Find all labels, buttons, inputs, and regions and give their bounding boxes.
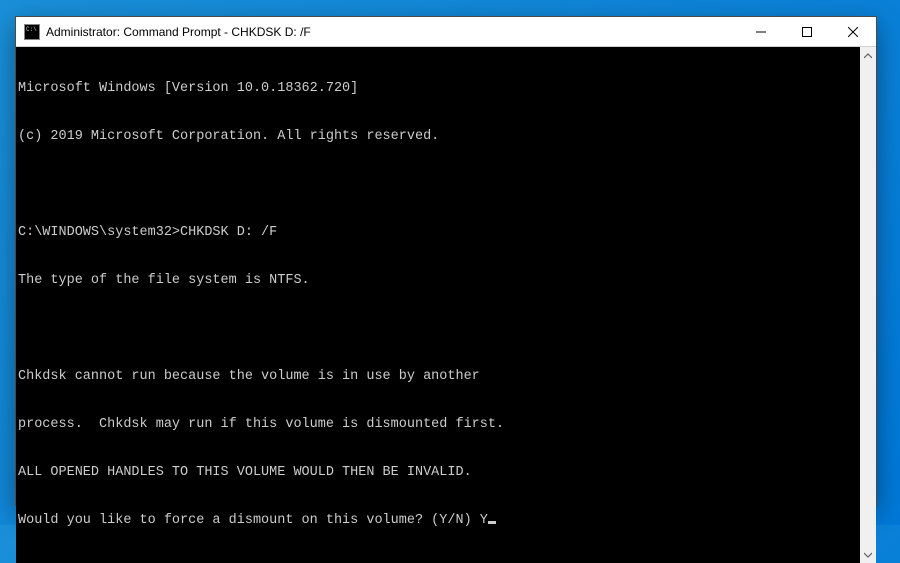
terminal-prompt-line: Would you like to force a dismount on th… (18, 513, 860, 529)
scrollbar-thumb[interactable] (860, 64, 876, 546)
vertical-scrollbar[interactable] (860, 47, 876, 563)
titlebar[interactable]: Administrator: Command Prompt - CHKDSK D… (16, 17, 876, 47)
cursor (488, 521, 496, 524)
window-controls (738, 17, 876, 46)
terminal-line-text: Would you like to force a dismount on th… (18, 513, 488, 528)
terminal-line: process. Chkdsk may run if this volume i… (18, 417, 860, 433)
terminal-line: Chkdsk cannot run because the volume is … (18, 369, 860, 385)
terminal-line (18, 321, 860, 337)
minimize-button[interactable] (738, 17, 784, 46)
terminal-line: C:\WINDOWS\system32>CHKDSK D: /F (18, 225, 860, 241)
client-area: Microsoft Windows [Version 10.0.18362.72… (16, 47, 876, 563)
chevron-down-icon (864, 551, 872, 559)
terminal-output[interactable]: Microsoft Windows [Version 10.0.18362.72… (16, 47, 860, 563)
maximize-button[interactable] (784, 17, 830, 46)
terminal-line: ALL OPENED HANDLES TO THIS VOLUME WOULD … (18, 465, 860, 481)
close-icon (848, 27, 858, 37)
terminal-line: (c) 2019 Microsoft Corporation. All righ… (18, 129, 860, 145)
terminal-line (18, 177, 860, 193)
chevron-up-icon (864, 52, 872, 60)
command-prompt-window: Administrator: Command Prompt - CHKDSK D… (15, 16, 877, 506)
cmd-icon (24, 24, 40, 40)
terminal-line: Microsoft Windows [Version 10.0.18362.72… (18, 81, 860, 97)
close-button[interactable] (830, 17, 876, 46)
scroll-down-button[interactable] (860, 546, 876, 563)
maximize-icon (802, 27, 812, 37)
window-title: Administrator: Command Prompt - CHKDSK D… (46, 25, 738, 39)
minimize-icon (756, 27, 766, 37)
terminal-line: The type of the file system is NTFS. (18, 273, 860, 289)
scrollbar-track[interactable] (860, 64, 876, 546)
scroll-up-button[interactable] (860, 47, 876, 64)
